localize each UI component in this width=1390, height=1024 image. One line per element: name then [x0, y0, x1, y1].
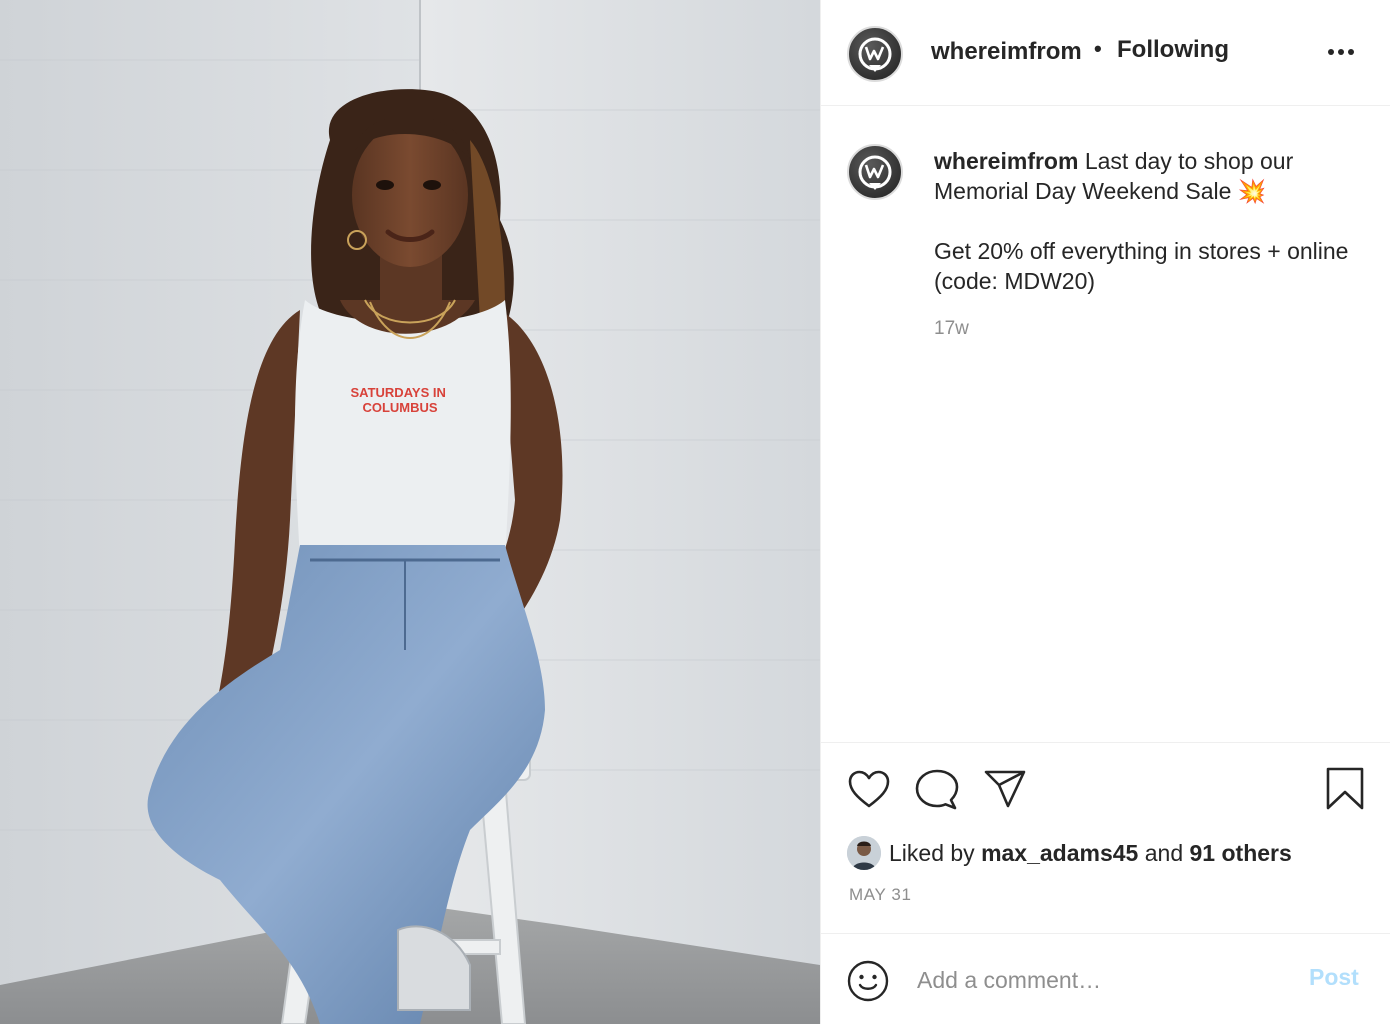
logo-w-icon [858, 155, 892, 190]
post-comment-button[interactable]: Post [1309, 964, 1359, 991]
comment-bar: Post [821, 933, 1390, 1024]
comment-input[interactable] [917, 960, 1277, 1000]
post-header: whereimfrom • Following [821, 0, 1390, 106]
post-actions: Liked by max_adams45 and 91 others MAY 3… [821, 742, 1390, 932]
comment-icon[interactable] [915, 769, 959, 811]
caption-text-line2: Get 20% off everything in stores + onlin… [934, 238, 1349, 294]
post-side-panel: whereimfrom • Following whereimfrom Last… [820, 0, 1390, 1024]
caption-avatar[interactable] [847, 144, 903, 200]
liker-avatar[interactable] [847, 836, 881, 870]
liker-photo [847, 836, 881, 870]
more-horizontal-icon[interactable] [1326, 42, 1356, 62]
post-image[interactable]: SATURDAYS IN COLUMBUS [0, 0, 820, 1024]
tank-print-text: SATURDAYS IN COLUMBUS [351, 385, 450, 415]
post-photo: SATURDAYS IN COLUMBUS [0, 0, 820, 1024]
caption-username-link[interactable]: whereimfrom [934, 148, 1078, 174]
likes-others-link[interactable]: 91 others [1190, 840, 1292, 867]
heart-icon[interactable] [847, 769, 891, 809]
following-button[interactable]: Following [1117, 36, 1229, 64]
emoji-icon[interactable] [847, 960, 889, 1002]
logo-w-icon [858, 37, 892, 72]
header-separator: • [1094, 36, 1102, 61]
header-username-link[interactable]: whereimfrom [931, 38, 1082, 66]
caption-timestamp[interactable]: 17w [934, 318, 969, 340]
account-avatar[interactable] [847, 26, 903, 82]
bookmark-icon[interactable] [1325, 767, 1365, 811]
post-date[interactable]: MAY 31 [849, 885, 912, 905]
likes-summary: Liked by max_adams45 and 91 others [847, 835, 1292, 871]
share-icon[interactable] [983, 769, 1027, 809]
likes-and: and [1144, 839, 1184, 866]
liker-username-link[interactable]: max_adams45 [981, 840, 1138, 867]
post-caption: whereimfrom Last day to shop our Memoria… [934, 146, 1354, 296]
likes-prefix: Liked by [889, 839, 975, 866]
